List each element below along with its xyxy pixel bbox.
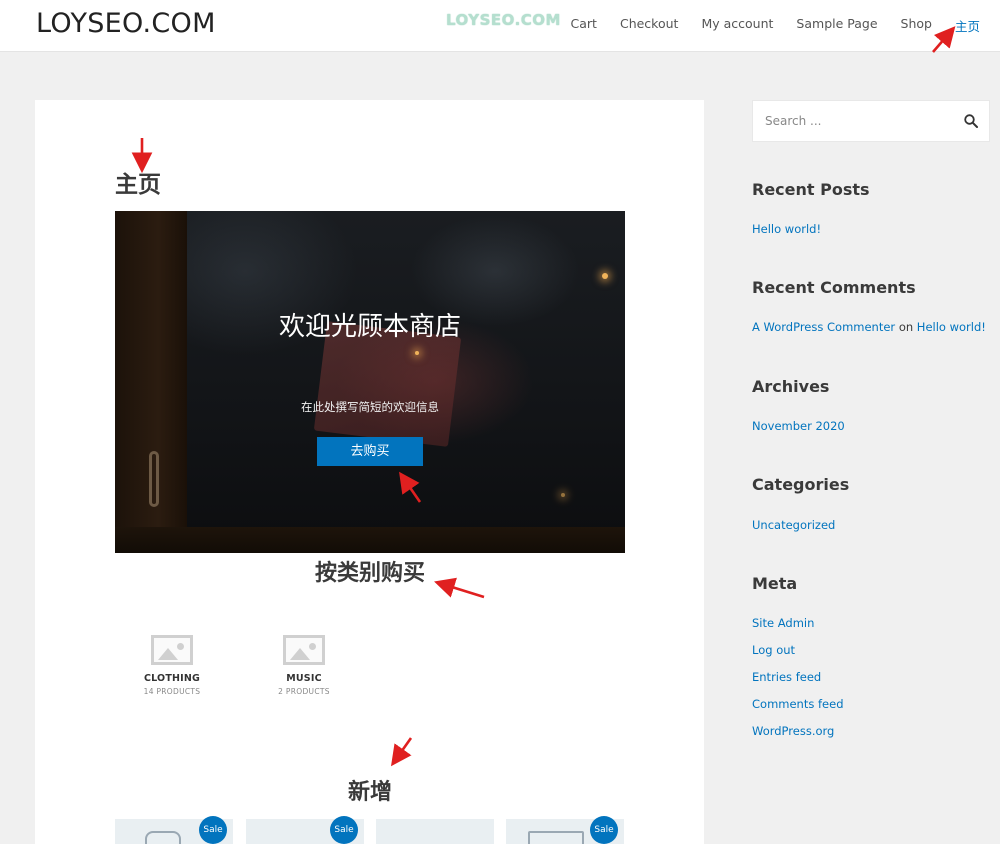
site-header: LOYSEO.COM LOYSEO.COM Cart Checkout My a… [0, 0, 1000, 52]
nav-cart[interactable]: Cart [571, 16, 597, 35]
recent-comments-title: Recent Comments [752, 278, 916, 297]
meta-site-admin-link[interactable]: Site Admin [752, 616, 814, 630]
comment-author-link[interactable]: A WordPress Commenter [752, 320, 895, 334]
shop-now-button[interactable]: 去购买 [317, 437, 423, 466]
archive-link[interactable]: November 2020 [752, 419, 845, 433]
category-name: CLOTHING [143, 673, 201, 684]
nav-checkout[interactable]: Checkout [620, 16, 678, 35]
hero-subtext: 在此处撰写简短的欢迎信息 [301, 400, 439, 414]
nav-shop[interactable]: Shop [901, 16, 932, 35]
hero-headline: 欢迎光顾本商店 [278, 312, 461, 342]
door-frame-bottom [115, 527, 625, 553]
light-dot [415, 351, 419, 355]
product-card[interactable]: Sale [246, 816, 364, 844]
watermark: LOYSEO.COM [446, 11, 561, 29]
nav-home[interactable]: 主页 [955, 16, 980, 35]
product-card[interactable] [376, 819, 494, 844]
meta-title: Meta [752, 574, 798, 593]
image-placeholder-icon [151, 635, 193, 665]
sale-badge: Sale [590, 816, 618, 844]
new-products-heading: 新增 [347, 780, 392, 805]
category-link[interactable]: Uncategorized [752, 518, 835, 532]
nav-sample-page[interactable]: Sample Page [796, 16, 877, 35]
categories-title: Categories [752, 475, 850, 494]
category-name: MUSIC [286, 673, 322, 684]
search-form [752, 100, 990, 142]
product-card[interactable]: Sale [115, 816, 233, 844]
product-card[interactable]: Sale [506, 816, 624, 844]
category-music[interactable]: MUSIC 2 PRODUCTS [254, 635, 354, 696]
light-dot [561, 493, 565, 497]
meta-entries-feed-link[interactable]: Entries feed [752, 670, 821, 684]
site-title[interactable]: LOYSEO.COM [36, 8, 216, 39]
sale-badge: Sale [199, 816, 227, 844]
search-input[interactable] [753, 101, 953, 141]
shop-by-category-heading: 按类别购买 [314, 561, 425, 586]
archives-title: Archives [752, 377, 830, 396]
search-icon[interactable] [963, 113, 979, 129]
meta-log-out-link[interactable]: Log out [752, 643, 795, 657]
image-placeholder-icon [283, 635, 325, 665]
recent-comment: A WordPress Commenter on Hello world! [752, 320, 986, 334]
product-image [145, 831, 181, 844]
main-content: 主页 欢迎光顾本商店 在此处撰写简短的欢迎信息 去购买 按类别购买 CLOTHI… [35, 100, 704, 844]
meta-comments-feed-link[interactable]: Comments feed [752, 697, 844, 711]
hero-cover: 欢迎光顾本商店 在此处撰写简短的欢迎信息 去购买 [115, 211, 625, 553]
category-count: 14 PRODUCTS [143, 687, 201, 696]
main-nav: Cart Checkout My account Sample Page Sho… [548, 16, 980, 35]
sale-badge: Sale [330, 816, 358, 844]
page-title: 主页 [115, 172, 161, 198]
product-image [528, 831, 584, 844]
door-handle-image [149, 451, 159, 507]
meta-wordpress-org-link[interactable]: WordPress.org [752, 724, 834, 738]
category-clothing[interactable]: CLOTHING 14 PRODUCTS [122, 635, 222, 696]
light-dot [602, 273, 608, 279]
comment-on-text: on [898, 320, 914, 334]
nav-my-account[interactable]: My account [701, 16, 773, 35]
recent-posts-title: Recent Posts [752, 180, 870, 199]
comment-post-link[interactable]: Hello world! [917, 320, 986, 334]
recent-post-link[interactable]: Hello world! [752, 222, 821, 236]
category-count: 2 PRODUCTS [278, 687, 330, 696]
